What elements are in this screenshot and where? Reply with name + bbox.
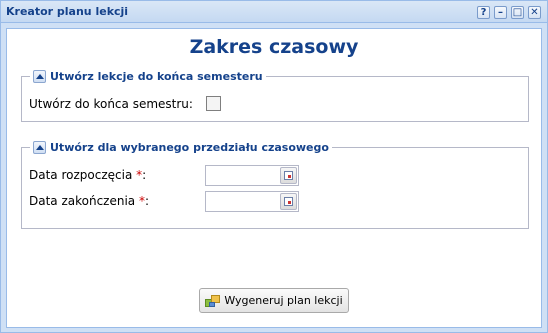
end-date-label: Data zakończenia *: [29, 194, 150, 208]
window-titlebar[interactable]: Kreator planu lekcji ? – □ ✕ [1, 1, 547, 23]
fieldset-semester: Utwórz lekcje do końca semesteru Utwórz … [21, 69, 529, 122]
end-date-field[interactable] [205, 191, 299, 212]
semester-checkbox[interactable] [206, 96, 221, 111]
calendar-icon[interactable] [280, 167, 297, 184]
minimize-icon[interactable]: – [494, 6, 507, 19]
window-title: Kreator planu lekcji [6, 5, 129, 18]
collapse-up-icon[interactable] [33, 140, 46, 154]
maximize-icon[interactable]: □ [511, 6, 524, 19]
fieldset-range: Utwórz dla wybranego przedziału czasoweg… [21, 140, 529, 229]
fieldset-range-legend: Utwórz dla wybranego przedziału czasoweg… [30, 140, 332, 154]
fieldset-range-title: Utwórz dla wybranego przedziału czasoweg… [50, 140, 329, 154]
wizard-window: Kreator planu lekcji ? – □ ✕ Zakres czas… [0, 0, 548, 333]
collapse-up-icon[interactable] [33, 69, 46, 83]
generate-plan-label: Wygeneruj plan lekcji [224, 294, 343, 307]
generate-icon [205, 294, 221, 308]
help-icon[interactable]: ? [477, 6, 490, 19]
generate-plan-button[interactable]: Wygeneruj plan lekcji [199, 288, 349, 313]
calendar-icon[interactable] [280, 193, 297, 210]
wizard-body: Zakres czasowy Utwórz lekcje do końca se… [6, 28, 542, 328]
start-date-label: Data rozpoczęcia *: [29, 168, 147, 182]
fieldset-semester-title: Utwórz lekcje do końca semesteru [50, 69, 263, 83]
page-title: Zakres czasowy [189, 36, 359, 58]
semester-checkbox-label: Utwórz do końca semestru: [29, 97, 193, 111]
close-icon[interactable]: ✕ [528, 6, 541, 19]
fieldset-semester-legend: Utwórz lekcje do końca semesteru [30, 69, 266, 83]
start-date-field[interactable] [205, 165, 299, 186]
